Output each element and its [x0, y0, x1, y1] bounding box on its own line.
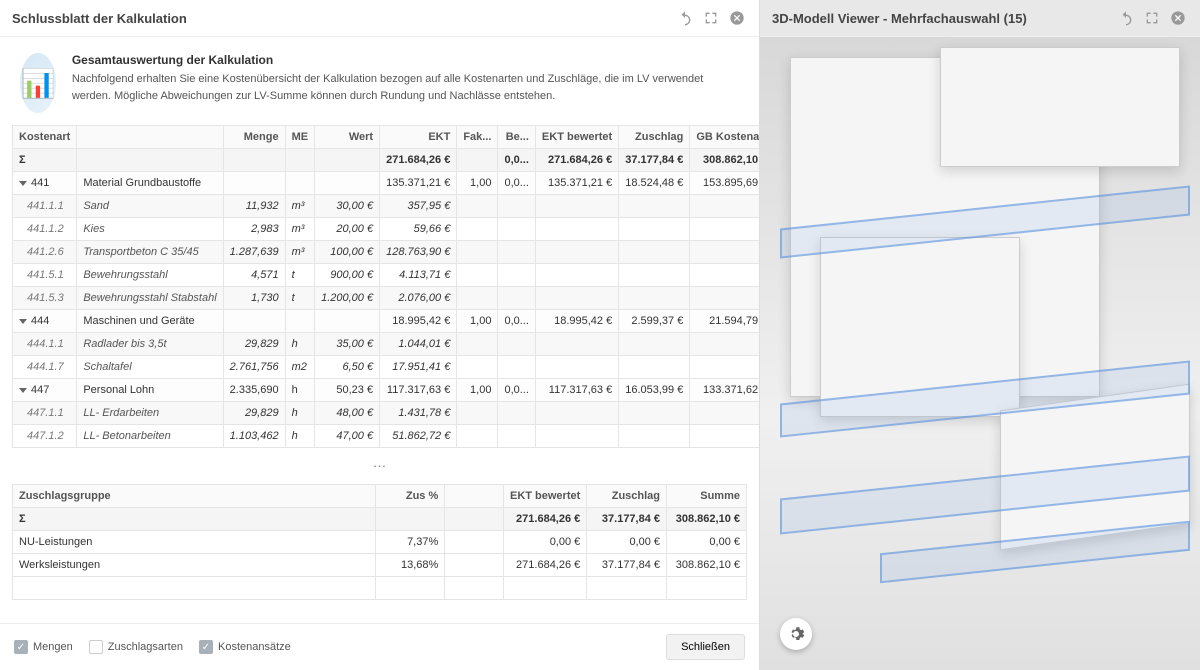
chevron-down-icon[interactable]: [19, 181, 27, 186]
th-gruppe[interactable]: Zuschlagsgruppe: [13, 485, 376, 508]
undo-icon[interactable]: [1116, 8, 1136, 28]
checkbox-checked-icon: [199, 640, 213, 654]
surcharge-table-header: Zuschlagsgruppe Zus % EKT bewertet Zusch…: [13, 485, 747, 508]
table-row[interactable]: 441Material Grundbaustoffe135.371,21 €1,…: [13, 172, 760, 195]
th-summe[interactable]: Summe: [667, 485, 747, 508]
viewer-canvas[interactable]: [760, 37, 1200, 670]
info-text: Gesamtauswertung der Kalkulation Nachfol…: [72, 53, 739, 113]
th-zuschlag[interactable]: Zuschlag: [619, 126, 690, 149]
th-ektb2[interactable]: EKT bewertet: [503, 485, 586, 508]
th-name: [77, 126, 223, 149]
table-row[interactable]: 447.1.2LL- Betonarbeiten1.103,462h47,00 …: [13, 425, 760, 448]
chk-kostenansaetze[interactable]: Kostenansätze: [199, 640, 291, 654]
info-heading: Gesamtauswertung der Kalkulation: [72, 53, 739, 67]
checkbox-checked-icon: [14, 640, 28, 654]
table-row[interactable]: 444.1.7Schaltafel2.761,756m26,50 €17.951…: [13, 356, 760, 379]
chk-mengen[interactable]: Mengen: [14, 640, 73, 654]
info-body: Nachfolgend erhalten Sie eine Kostenüber…: [72, 71, 739, 104]
summary-icon: 📊: [20, 53, 56, 113]
undo-icon[interactable]: [675, 8, 695, 28]
surcharge-table: Zuschlagsgruppe Zus % EKT bewertet Zusch…: [12, 484, 747, 600]
table-row[interactable]: Werksleistungen13,68%271.684,26 €37.177,…: [13, 554, 747, 577]
chk-zuschlagsarten[interactable]: Zuschlagsarten: [89, 640, 183, 654]
th-be[interactable]: Be...: [498, 126, 535, 149]
table-row[interactable]: 441.5.1Bewehrungsstahl4,571t900,00 €4.11…: [13, 264, 760, 287]
th-ekt[interactable]: EKT: [380, 126, 457, 149]
footer-checks: Mengen Zuschlagsarten Kostenansätze: [14, 640, 291, 654]
close-icon[interactable]: [727, 8, 747, 28]
building-render: [760, 37, 1200, 670]
table-row[interactable]: NU-Leistungen7,37%0,00 €0,00 €0,00 €: [13, 531, 747, 554]
expand-icon[interactable]: [1142, 8, 1162, 28]
tables-wrap[interactable]: Kostenart Menge ME Wert EKT Fak... Be...…: [0, 125, 759, 623]
table-row[interactable]: 444.1.1Radlader bis 3,5t29,829h35,00 €1.…: [13, 333, 760, 356]
table-row-empty: [13, 577, 747, 600]
footer-bar: Mengen Zuschlagsarten Kostenansätze Schl…: [0, 623, 759, 670]
sum-row: Σ271.684,26 €37.177,84 €308.862,10 €: [13, 508, 747, 531]
info-block: 📊 Gesamtauswertung der Kalkulation Nachf…: [0, 37, 759, 125]
table-ellipsis: …: [12, 448, 747, 476]
th-ektb[interactable]: EKT bewertet: [535, 126, 618, 149]
close-button[interactable]: Schließen: [666, 634, 745, 660]
settings-button[interactable]: [780, 618, 812, 650]
table-row[interactable]: 441.2.6Transportbeton C 35/451.287,639m³…: [13, 241, 760, 264]
th-gb[interactable]: GB Kostenart: [690, 126, 759, 149]
chevron-down-icon[interactable]: [19, 388, 27, 393]
right-header-actions: [1116, 8, 1188, 28]
expand-icon[interactable]: [701, 8, 721, 28]
left-panel-title: Schlussblatt der Kalkulation: [12, 11, 187, 26]
table-row[interactable]: 441.1.1Sand11,932m³30,00 €357,95 €: [13, 195, 760, 218]
gear-icon: [787, 625, 805, 643]
sum-row: Σ271.684,26 €0,0...271.684,26 €37.177,84…: [13, 149, 760, 172]
th-blank: [445, 485, 504, 508]
th-menge[interactable]: Menge: [223, 126, 285, 149]
th-fak[interactable]: Fak...: [457, 126, 498, 149]
right-panel-title: 3D-Modell Viewer - Mehrfachauswahl (15): [772, 11, 1027, 26]
th-kostenart[interactable]: Kostenart: [13, 126, 77, 149]
right-panel-header: 3D-Modell Viewer - Mehrfachauswahl (15): [760, 0, 1200, 37]
table-row[interactable]: 447Personal Lohn2.335,690h50,23 €117.317…: [13, 379, 760, 402]
th-zuschlag2[interactable]: Zuschlag: [587, 485, 667, 508]
table-row[interactable]: 447.1.1LL- Erdarbeiten29,829h48,00 €1.43…: [13, 402, 760, 425]
table-row[interactable]: 441.1.2Kies2,983m³20,00 €59,66 €: [13, 218, 760, 241]
table-row[interactable]: 441.5.3Bewehrungsstahl Stabstahl1,730t1.…: [13, 287, 760, 310]
calculation-panel: Schlussblatt der Kalkulation 📊 Gesamtaus…: [0, 0, 760, 670]
cost-table: Kostenart Menge ME Wert EKT Fak... Be...…: [12, 125, 759, 448]
cost-table-header: Kostenart Menge ME Wert EKT Fak... Be...…: [13, 126, 760, 149]
th-zus[interactable]: Zus %: [375, 485, 444, 508]
table-row[interactable]: 444Maschinen und Geräte18.995,42 €1,000,…: [13, 310, 760, 333]
checkbox-icon: [89, 640, 103, 654]
th-wert[interactable]: Wert: [315, 126, 380, 149]
chevron-down-icon[interactable]: [19, 319, 27, 324]
left-panel-header: Schlussblatt der Kalkulation: [0, 0, 759, 37]
left-header-actions: [675, 8, 747, 28]
viewer-panel: 3D-Modell Viewer - Mehrfachauswahl (15): [760, 0, 1200, 670]
close-icon[interactable]: [1168, 8, 1188, 28]
th-me[interactable]: ME: [285, 126, 315, 149]
